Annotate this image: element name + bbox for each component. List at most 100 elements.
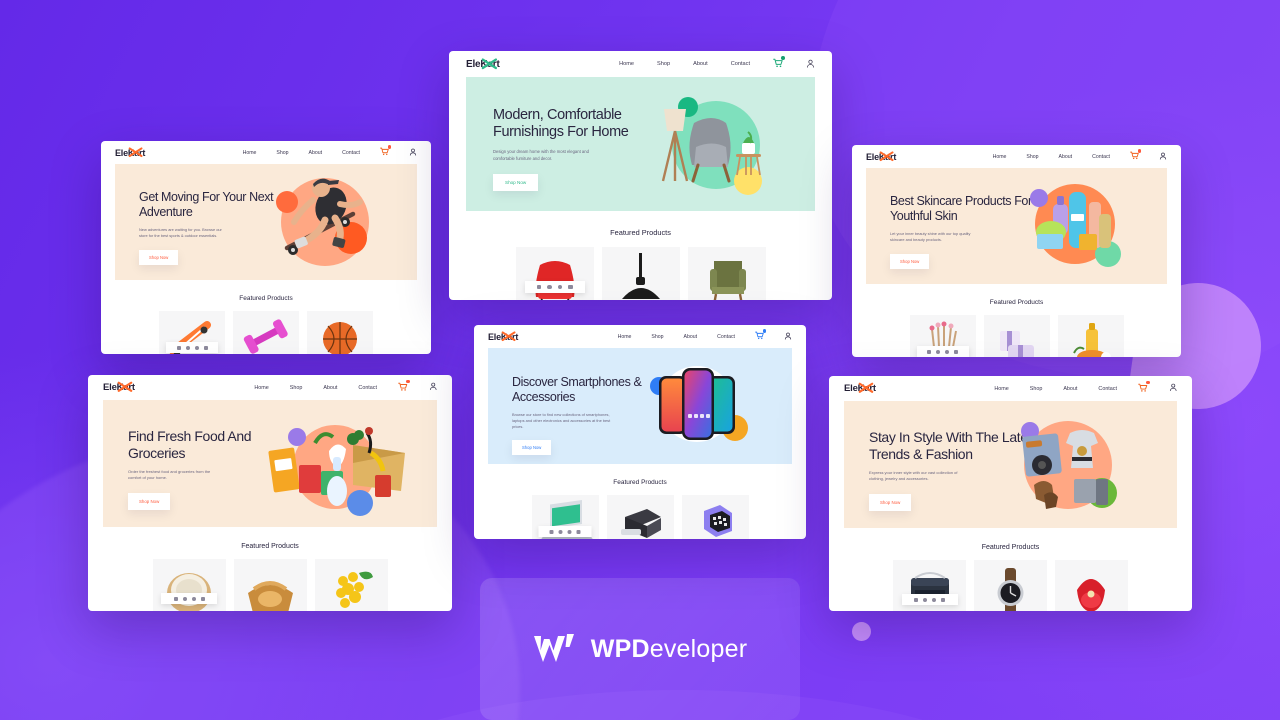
product-card[interactable] [983,315,1050,357]
heart-icon[interactable] [182,596,187,601]
user-account-icon[interactable] [784,332,792,342]
cart-icon[interactable] [536,284,541,290]
product-card[interactable] [531,495,599,539]
elekart-logo[interactable]: EleKart [488,331,518,342]
compare-icon[interactable] [954,349,958,354]
nav-about[interactable]: About [323,385,337,391]
shopping-cart-icon[interactable] [755,329,766,342]
search-icon[interactable] [932,597,936,602]
user-account-icon[interactable] [1169,383,1178,394]
nav-contact[interactable]: Contact [1092,154,1110,160]
heart-icon[interactable] [936,349,940,354]
site-card-fashion[interactable]: EleKart Home Shop About Contact Stay In … [829,376,1192,611]
search-icon[interactable] [567,529,572,534]
product-hover-actions[interactable] [538,526,592,537]
site-card-electronics[interactable]: EleKart Home Shop About Contact Discover… [474,325,806,539]
cart-icon[interactable] [173,596,178,601]
nav-contact[interactable]: Contact [358,385,377,391]
shop-now-button[interactable]: Shop Now [139,249,179,265]
product-hover-actions[interactable] [161,593,217,604]
search-icon[interactable] [945,349,949,354]
nav-shop[interactable]: Shop [1026,154,1038,160]
shopping-cart-icon[interactable] [773,56,785,70]
nav-home[interactable]: Home [254,385,268,391]
nav-about[interactable]: About [1063,386,1077,392]
cart-icon[interactable] [914,597,918,602]
elekart-logo[interactable]: EleKart [115,147,145,158]
user-account-icon[interactable] [429,382,438,393]
elekart-logo[interactable]: EleKart [103,381,135,393]
product-card[interactable] [233,559,307,611]
cart-icon[interactable] [927,349,931,354]
product-card[interactable] [1055,560,1128,611]
compare-icon[interactable] [941,597,945,602]
product-card[interactable] [159,311,225,354]
search-icon[interactable] [191,596,196,601]
nav-about[interactable]: About [309,150,323,156]
shopping-cart-icon[interactable] [1138,380,1150,395]
nav-shop[interactable]: Shop [1030,386,1043,392]
product-card[interactable] [687,247,766,300]
site-card-furniture[interactable]: EleKart Home Shop About Contact Modern, … [449,51,832,300]
product-card[interactable] [515,247,594,300]
heart-icon[interactable] [185,345,190,350]
shop-now-button[interactable]: Shop Now [869,494,912,512]
search-icon[interactable] [557,284,562,290]
nav-home[interactable]: Home [993,154,1007,160]
product-card[interactable] [893,560,966,611]
product-hover-actions[interactable] [524,281,585,293]
nav-home[interactable]: Home [619,61,634,67]
product-card[interactable] [909,315,976,357]
product-card[interactable] [974,560,1047,611]
compare-icon[interactable] [203,345,208,350]
compare-icon[interactable] [200,596,205,601]
shop-now-button[interactable]: Shop Now [128,493,171,511]
shopping-cart-icon[interactable] [380,145,391,158]
nav-home[interactable]: Home [618,334,632,340]
nav-contact[interactable]: Contact [717,334,735,340]
product-card[interactable] [233,311,299,354]
elekart-logo[interactable]: EleKart [866,151,896,162]
elekart-logo[interactable]: EleKart [466,58,500,70]
product-card[interactable] [314,559,388,611]
nav-about[interactable]: About [684,334,698,340]
user-account-icon[interactable] [806,59,815,70]
product-card[interactable] [681,495,749,539]
nav-about[interactable]: About [1059,154,1073,160]
nav-contact[interactable]: Contact [731,61,750,67]
nav-home[interactable]: Home [994,386,1008,392]
compare-icon[interactable] [568,284,573,290]
nav-shop[interactable]: Shop [290,385,303,391]
user-account-icon[interactable] [409,148,417,158]
site-card-grocery[interactable]: EleKart Home Shop About Contact Find Fre… [88,375,452,611]
nav-shop[interactable]: Shop [651,334,663,340]
search-icon[interactable] [194,345,199,350]
nav-contact[interactable]: Contact [342,150,360,156]
nav-shop[interactable]: Shop [276,150,288,156]
shop-now-button[interactable]: Shop Now [890,253,930,269]
product-hover-actions[interactable] [901,594,958,605]
heart-icon[interactable] [558,529,563,534]
shop-now-button[interactable]: Shop Now [493,174,539,192]
nav-about[interactable]: About [693,61,708,67]
heart-icon[interactable] [547,284,552,290]
site-card-skincare[interactable]: EleKart Home Shop About Contact Best Ski… [852,145,1181,357]
shopping-cart-icon[interactable] [1130,149,1141,162]
site-card-sports[interactable]: EleKart Home Shop About Contact Get Movi… [101,141,431,354]
compare-icon[interactable] [576,529,581,534]
product-card[interactable] [601,247,680,300]
nav-home[interactable]: Home [243,150,257,156]
product-card[interactable] [606,495,674,539]
elekart-logo[interactable]: EleKart [844,382,876,394]
user-account-icon[interactable] [1159,152,1167,162]
product-hover-actions[interactable] [166,342,218,353]
product-card[interactable] [152,559,226,611]
nav-contact[interactable]: Contact [1098,386,1117,392]
shopping-cart-icon[interactable] [398,379,410,394]
product-card[interactable] [307,311,373,354]
product-hover-actions[interactable] [916,346,969,357]
product-card[interactable] [1057,315,1124,357]
cart-icon[interactable] [176,345,181,350]
nav-shop[interactable]: Shop [657,61,670,67]
cart-icon[interactable] [549,529,554,534]
